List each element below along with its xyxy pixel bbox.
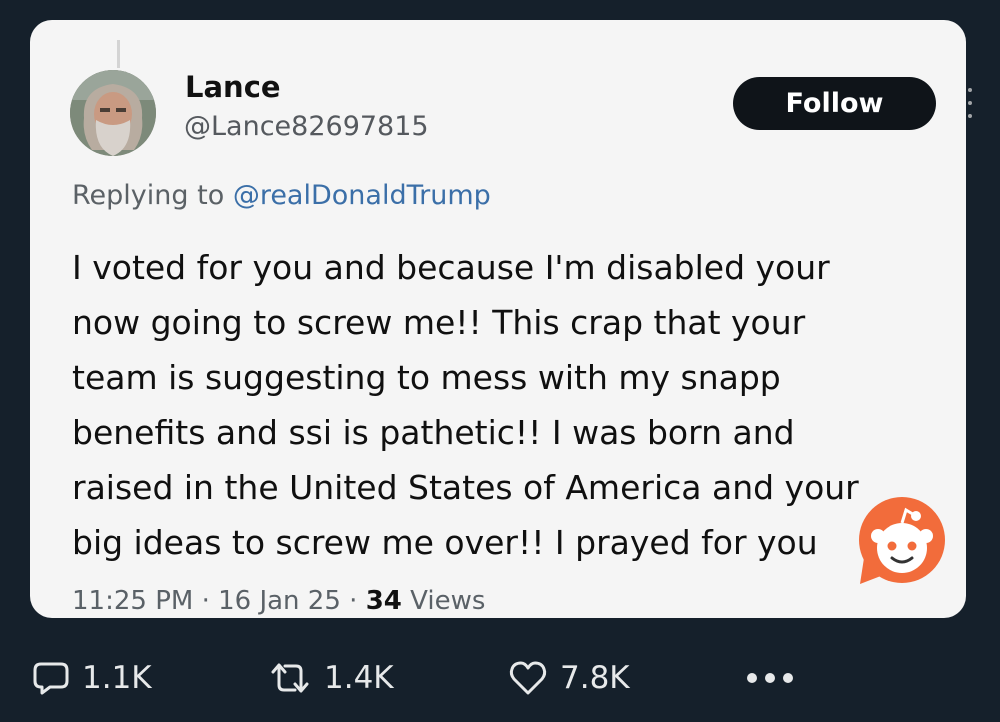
tweet-meta: 11:25 PM · 16 Jan 25 · 34 Views — [72, 586, 485, 616]
tweet-text-line: benefits and ssi is pathetic!! I was bor… — [72, 413, 795, 452]
reply-button[interactable]: 1.1K — [32, 648, 152, 708]
meta-separator: · — [349, 586, 358, 616]
tweet-text-line: big ideas to screw me over!! I prayed fo… — [72, 523, 818, 562]
reply-count: 1.1K — [82, 660, 152, 696]
mention-link[interactable]: @realDonaldTrump — [233, 180, 491, 211]
follow-button[interactable]: Follow — [733, 77, 936, 130]
reddit-logo — [856, 496, 948, 588]
user-handle[interactable]: @Lance82697815 — [184, 111, 429, 142]
like-button[interactable]: 7.8K — [508, 648, 630, 708]
repost-button[interactable]: 1.4K — [268, 648, 394, 708]
heart-icon — [508, 659, 548, 697]
more-vertical-icon[interactable] — [964, 88, 976, 118]
avatar[interactable] — [70, 70, 156, 156]
display-name[interactable]: Lance — [185, 70, 281, 104]
replying-to: Replying to @realDonaldTrump — [72, 180, 491, 211]
thread-line — [117, 40, 120, 68]
tweet-text-line: raised in the United States of America a… — [72, 468, 859, 507]
tweet-actions: 1.1K 1.4K 7.8K — [0, 648, 1000, 708]
tweet-text-line: I voted for you and because I'm disabled… — [72, 248, 830, 287]
more-horizontal-icon — [747, 673, 793, 683]
tweet-time[interactable]: 11:25 PM — [72, 586, 193, 616]
like-count: 7.8K — [560, 660, 630, 696]
tweet-text: I voted for you and because I'm disabled… — [72, 240, 952, 570]
replying-prefix: Replying to — [72, 180, 225, 211]
tweet-text-line: team is suggesting to mess with my snapp — [72, 358, 781, 397]
more-options-button[interactable] — [747, 648, 793, 708]
tweet-text-line: now going to screw me!! This crap that y… — [72, 303, 806, 342]
views-count[interactable]: 34 — [366, 586, 402, 616]
reply-icon — [32, 659, 70, 697]
repost-count: 1.4K — [324, 660, 394, 696]
meta-separator: · — [201, 586, 210, 616]
tweet-date[interactable]: 16 Jan 25 — [218, 586, 341, 616]
tweet-card: Lance @Lance82697815 Follow Replying to … — [30, 20, 972, 618]
repost-icon — [268, 659, 312, 697]
views-label: Views — [410, 586, 486, 616]
